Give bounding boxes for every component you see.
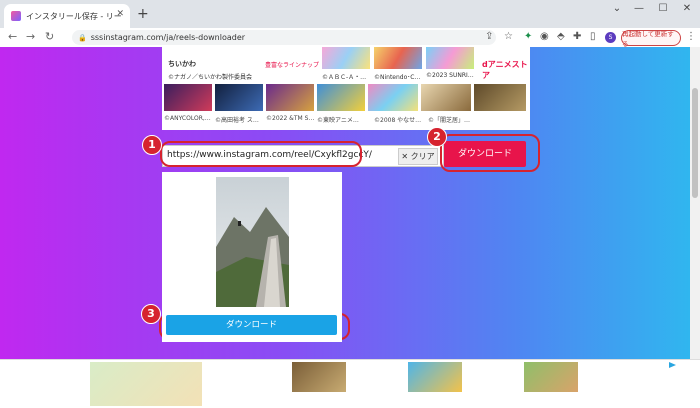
page-viewport: ちいかわ ©ナガノ／ちいかわ製作委員会 豊富なラインナップ ©ＡＢＣ-Ａ・… ©… [0, 47, 690, 359]
adchoices-icon[interactable] [668, 361, 678, 369]
ad-top-caption-1: ©ＡＢＣ-Ａ・… [322, 74, 367, 81]
bottom-ad-banner[interactable] [0, 359, 700, 408]
ad-caption-5: ©2008 やなせ… [374, 117, 422, 124]
forward-button[interactable]: → [26, 30, 35, 43]
ad-caption-4: ©東映アニメ… [317, 117, 359, 124]
ad-thumb-7[interactable] [474, 84, 526, 111]
back-button[interactable]: ← [8, 30, 17, 43]
clear-icon: ✕ [401, 152, 409, 161]
bookmark-star-icon[interactable]: ☆ [504, 31, 513, 42]
ad-title-chiikawa: ちいかわ [168, 60, 196, 68]
ad-caption-1: ©ANYCOLOR,… [164, 115, 211, 122]
site-info-icon[interactable]: 🔒 [78, 34, 87, 42]
extension-green-icon[interactable]: ✦ [524, 31, 532, 42]
scrollbar-thumb[interactable] [692, 88, 698, 198]
share-icon[interactable]: ⇪ [485, 31, 493, 42]
new-tab-button[interactable]: + [137, 6, 149, 22]
bottom-ad-thumb-4[interactable] [524, 362, 578, 392]
ad-thumb-top-3[interactable] [426, 47, 474, 69]
site-favicon-icon [11, 11, 21, 21]
ad-banner[interactable]: ちいかわ ©ナガノ／ちいかわ製作委員会 豊富なラインナップ ©ＡＢＣ-Ａ・… ©… [162, 47, 530, 130]
callout-badge-2: 2 [427, 127, 447, 147]
bottom-ad-thumb-3[interactable] [408, 362, 462, 392]
ad-thumb-5[interactable] [368, 84, 418, 111]
extension-eye-icon[interactable]: ◉ [540, 31, 549, 42]
ad-top-caption-2: ©Nintendo･C… [374, 74, 421, 81]
tab-close-icon[interactable]: ✕ [116, 9, 124, 19]
side-panel-icon[interactable]: ▯ [590, 31, 596, 42]
clear-button[interactable]: ✕ クリア [398, 148, 438, 165]
browser-toolbar: ← → ↻ 🔒 sssinstagram.com/ja/reels-downlo… [0, 28, 700, 48]
ad-top-caption-3: ©2023 SUNRI… [426, 72, 474, 79]
ad-thumb-1[interactable] [164, 84, 212, 111]
bottom-ad-thumb-1[interactable] [90, 362, 202, 406]
ad-subtitle: ©ナガノ／ちいかわ製作委員会 [168, 74, 253, 81]
ad-thumb-3[interactable] [266, 84, 314, 111]
ad-thumb-top-1[interactable] [322, 47, 370, 69]
ad-caption-2: ©高田裕考 ス… [215, 117, 259, 124]
ad-lineup: 豊富なラインナップ [265, 62, 320, 69]
tab-strip: インスタリール保存 - リール ダウンロー ✕ + ⌄ — ☐ ✕ [0, 0, 700, 28]
extensions-puzzle-icon[interactable]: ✚ [573, 31, 581, 42]
callout-badge-1: 1 [142, 135, 162, 155]
close-window-button[interactable]: ✕ [675, 3, 699, 14]
store-logo: dアニメストア [482, 60, 528, 80]
maximize-button[interactable]: ☐ [651, 3, 675, 14]
ad-thumb-top-2[interactable] [374, 47, 422, 69]
callout-ring-download [440, 134, 540, 172]
callout-ring-url [160, 141, 362, 167]
reload-button[interactable]: ↻ [45, 30, 54, 43]
extension-shield-icon[interactable]: ⬘ [557, 31, 565, 42]
address-text: sssinstagram.com/ja/reels-downloader [90, 33, 246, 42]
address-bar[interactable]: 🔒 sssinstagram.com/ja/reels-downloader [72, 30, 496, 45]
ad-caption-3: ©2022 &TM S… [266, 115, 315, 122]
ad-thumb-6[interactable] [421, 84, 471, 111]
menu-kebab-icon[interactable]: ⋮ [686, 31, 696, 42]
profile-avatar[interactable]: S [605, 32, 616, 43]
minimize-button[interactable]: — [627, 3, 651, 14]
ad-caption-6: ©「闇芝居」… [428, 117, 471, 124]
ad-thumb-2[interactable] [215, 84, 263, 111]
tab-title: インスタリール保存 - リール ダウンロー [26, 11, 122, 21]
reel-preview-image [216, 177, 289, 307]
result-download-button[interactable]: ダウンロード [166, 315, 337, 335]
clear-label: クリア [410, 152, 435, 161]
callout-badge-3: 3 [141, 304, 161, 324]
ad-thumb-4[interactable] [317, 84, 365, 111]
bottom-ad-thumb-2[interactable] [292, 362, 346, 392]
restart-update-button[interactable]: 再起動して更新する [621, 30, 681, 48]
browser-tab[interactable]: インスタリール保存 - リール ダウンロー ✕ [4, 4, 130, 28]
tab-search-icon[interactable]: ⌄ [605, 3, 629, 14]
result-card: ダウンロード [162, 172, 342, 342]
